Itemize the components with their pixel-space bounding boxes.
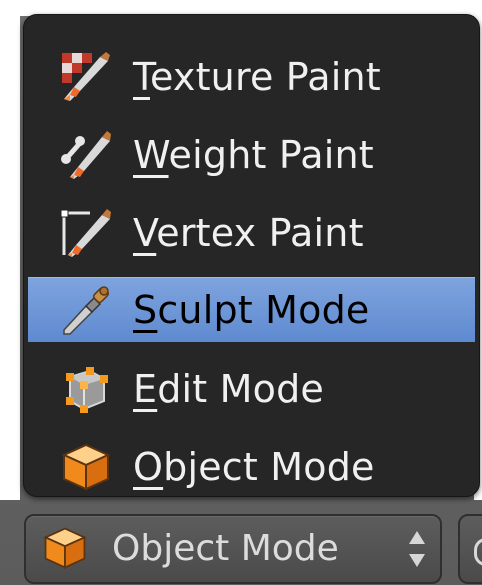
interaction-mode-dropdown[interactable]: Object Mode xyxy=(24,514,442,584)
menu-item-texture-paint[interactable]: Texture Paint xyxy=(28,45,475,109)
menu-item-label: dit Mode xyxy=(157,367,325,411)
weight-paint-icon xyxy=(60,129,112,181)
menu-item-edit-mode[interactable]: Edit Mode xyxy=(28,357,475,421)
menu-item-label: bject Mode xyxy=(163,445,375,489)
object-mode-icon xyxy=(42,525,88,571)
menu-item-sculpt-mode[interactable]: Sculpt Mode xyxy=(28,277,475,342)
menu-item-weight-paint[interactable]: Weight Paint xyxy=(28,123,475,187)
mnemonic-e: E xyxy=(133,367,158,411)
page-margin-left xyxy=(0,16,20,500)
partial-icon xyxy=(474,538,482,566)
mnemonic-v: V xyxy=(133,211,157,255)
mnemonic-o: O xyxy=(133,445,164,489)
menu-item-vertex-paint[interactable]: Vertex Paint xyxy=(28,201,475,265)
edit-mode-icon xyxy=(60,363,112,415)
mnemonic-t: T xyxy=(133,55,150,99)
sculpt-mode-icon xyxy=(60,284,112,336)
dropdown-selected-value: Object Mode xyxy=(112,528,339,569)
menu-item-object-mode[interactable]: Object Mode xyxy=(28,435,475,499)
menu-item-label: culpt Mode xyxy=(157,288,370,332)
object-mode-icon xyxy=(60,441,112,493)
header-next-button[interactable] xyxy=(458,514,482,584)
menu-item-label: exture Paint xyxy=(149,55,381,99)
vertex-paint-icon xyxy=(60,207,112,259)
interaction-mode-menu: Texture Paint Weight Paint Vertex Paint … xyxy=(23,14,480,497)
up-down-arrows-icon xyxy=(406,527,428,571)
menu-item-label: eight Paint xyxy=(168,133,374,177)
menu-item-label: ertex Paint xyxy=(156,211,364,255)
mnemonic-w: W xyxy=(133,133,169,177)
mnemonic-s: S xyxy=(133,288,158,332)
texture-paint-icon xyxy=(60,51,112,103)
